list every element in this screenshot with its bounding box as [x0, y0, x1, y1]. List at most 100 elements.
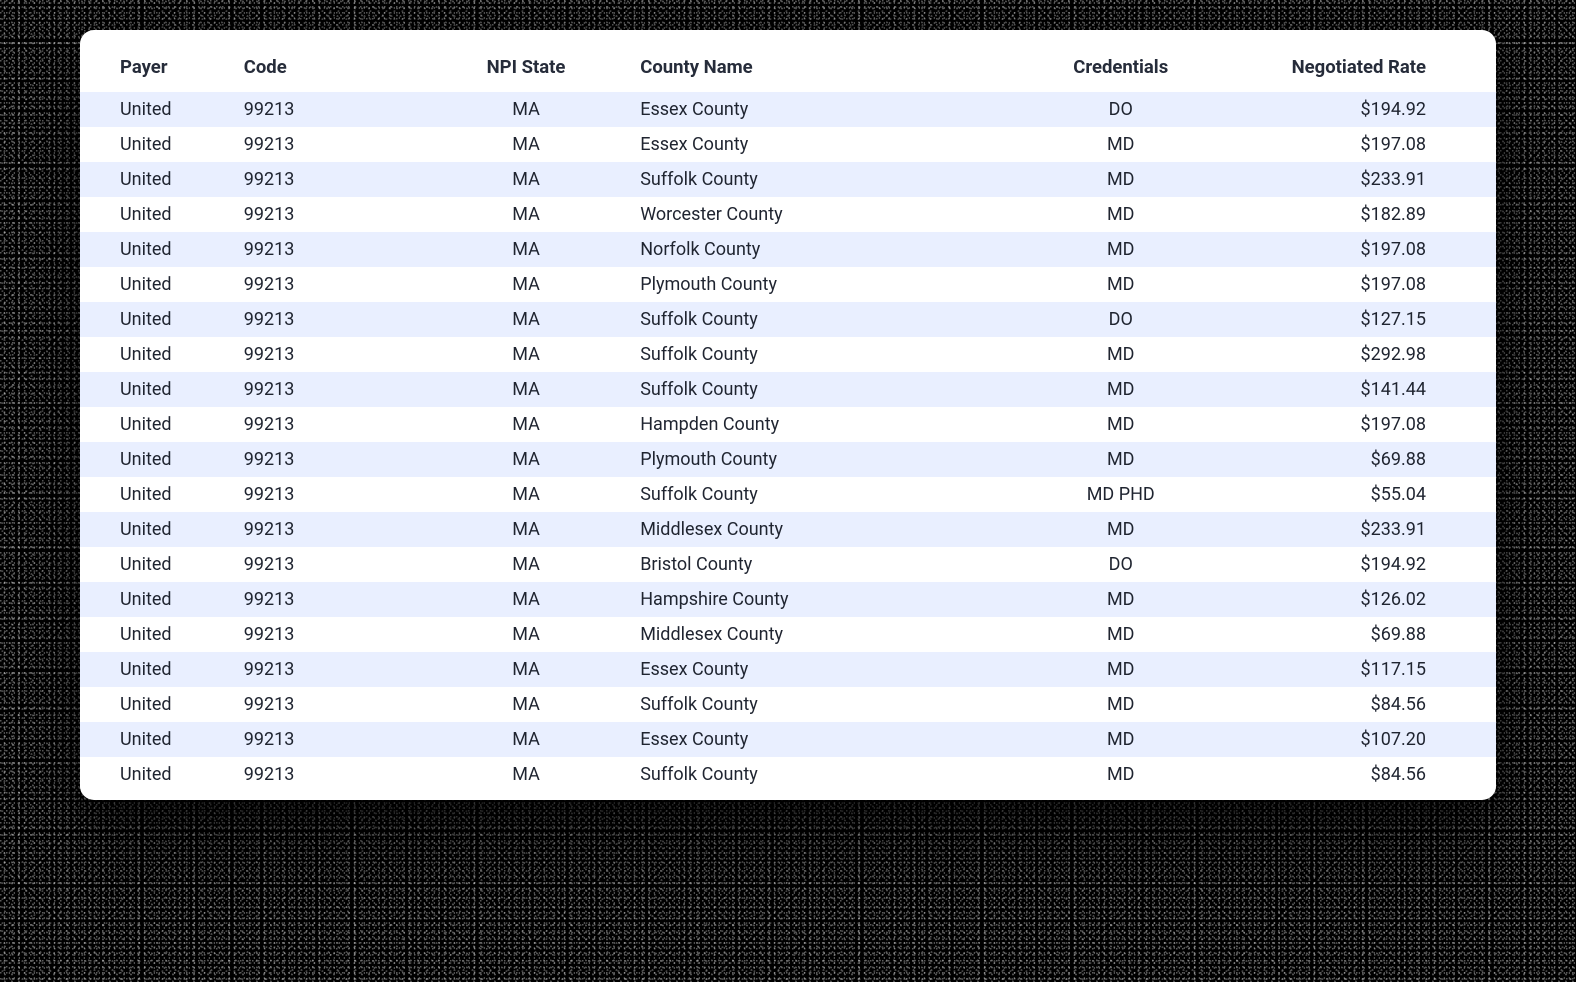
cell-negotiated-rate: $126.02 [1241, 582, 1496, 617]
cell-code: 99213 [236, 372, 420, 407]
table-row: United99213MAMiddlesex CountyMD$69.88 [80, 617, 1496, 652]
cell-credentials: MD [1000, 687, 1241, 722]
cell-credentials: MD [1000, 197, 1241, 232]
cell-npi-state: MA [420, 197, 632, 232]
table-row: United99213MASuffolk CountyMD PHD$55.04 [80, 477, 1496, 512]
cell-npi-state: MA [420, 617, 632, 652]
cell-payer: United [80, 302, 236, 337]
cell-payer: United [80, 197, 236, 232]
cell-code: 99213 [236, 652, 420, 687]
cell-county-name: Plymouth County [632, 442, 1000, 477]
col-header-code[interactable]: Code [236, 46, 420, 92]
cell-code: 99213 [236, 477, 420, 512]
cell-negotiated-rate: $69.88 [1241, 617, 1496, 652]
cell-npi-state: MA [420, 267, 632, 302]
cell-negotiated-rate: $197.08 [1241, 232, 1496, 267]
cell-payer: United [80, 617, 236, 652]
cell-payer: United [80, 512, 236, 547]
cell-code: 99213 [236, 162, 420, 197]
cell-npi-state: MA [420, 407, 632, 442]
cell-npi-state: MA [420, 442, 632, 477]
cell-code: 99213 [236, 757, 420, 792]
cell-negotiated-rate: $197.08 [1241, 127, 1496, 162]
cell-npi-state: MA [420, 127, 632, 162]
cell-negotiated-rate: $292.98 [1241, 337, 1496, 372]
cell-county-name: Bristol County [632, 547, 1000, 582]
cell-code: 99213 [236, 337, 420, 372]
cell-npi-state: MA [420, 302, 632, 337]
cell-county-name: Worcester County [632, 197, 1000, 232]
cell-negotiated-rate: $197.08 [1241, 407, 1496, 442]
col-header-credentials[interactable]: Credentials [1000, 46, 1241, 92]
cell-payer: United [80, 127, 236, 162]
cell-county-name: Middlesex County [632, 512, 1000, 547]
cell-npi-state: MA [420, 232, 632, 267]
cell-county-name: Hampden County [632, 407, 1000, 442]
rates-card: Payer Code NPI State County Name Credent… [80, 30, 1496, 800]
cell-credentials: DO [1000, 302, 1241, 337]
cell-credentials: MD [1000, 442, 1241, 477]
cell-negotiated-rate: $55.04 [1241, 477, 1496, 512]
cell-county-name: Middlesex County [632, 617, 1000, 652]
cell-code: 99213 [236, 512, 420, 547]
cell-code: 99213 [236, 582, 420, 617]
cell-npi-state: MA [420, 757, 632, 792]
cell-payer: United [80, 442, 236, 477]
cell-negotiated-rate: $84.56 [1241, 757, 1496, 792]
cell-code: 99213 [236, 127, 420, 162]
table-row: United99213MAWorcester CountyMD$182.89 [80, 197, 1496, 232]
cell-payer: United [80, 162, 236, 197]
cell-payer: United [80, 267, 236, 302]
cell-credentials: MD [1000, 162, 1241, 197]
table-row: United99213MAMiddlesex CountyMD$233.91 [80, 512, 1496, 547]
col-header-payer[interactable]: Payer [80, 46, 236, 92]
cell-negotiated-rate: $117.15 [1241, 652, 1496, 687]
cell-code: 99213 [236, 687, 420, 722]
cell-credentials: MD [1000, 232, 1241, 267]
cell-npi-state: MA [420, 477, 632, 512]
cell-county-name: Suffolk County [632, 687, 1000, 722]
col-header-negotiated-rate[interactable]: Negotiated Rate [1241, 46, 1496, 92]
cell-npi-state: MA [420, 337, 632, 372]
table-row: United99213MAEssex CountyMD$117.15 [80, 652, 1496, 687]
cell-npi-state: MA [420, 652, 632, 687]
cell-payer: United [80, 652, 236, 687]
table-row: United99213MASuffolk CountyMD$84.56 [80, 757, 1496, 792]
cell-payer: United [80, 407, 236, 442]
cell-payer: United [80, 582, 236, 617]
cell-negotiated-rate: $69.88 [1241, 442, 1496, 477]
cell-negotiated-rate: $107.20 [1241, 722, 1496, 757]
table-row: United99213MASuffolk CountyMD$292.98 [80, 337, 1496, 372]
table-row: United99213MAEssex CountyDO$194.92 [80, 92, 1496, 127]
cell-county-name: Essex County [632, 127, 1000, 162]
cell-negotiated-rate: $194.92 [1241, 547, 1496, 582]
cell-county-name: Essex County [632, 92, 1000, 127]
cell-negotiated-rate: $233.91 [1241, 162, 1496, 197]
cell-county-name: Suffolk County [632, 302, 1000, 337]
table-row: United99213MAHampshire CountyMD$126.02 [80, 582, 1496, 617]
col-header-npi-state[interactable]: NPI State [420, 46, 632, 92]
cell-credentials: DO [1000, 92, 1241, 127]
cell-county-name: Essex County [632, 722, 1000, 757]
cell-county-name: Suffolk County [632, 757, 1000, 792]
table-row: United99213MASuffolk CountyMD$233.91 [80, 162, 1496, 197]
cell-code: 99213 [236, 407, 420, 442]
col-header-county-name[interactable]: County Name [632, 46, 1000, 92]
cell-code: 99213 [236, 232, 420, 267]
cell-npi-state: MA [420, 687, 632, 722]
table-row: United99213MAHampden CountyMD$197.08 [80, 407, 1496, 442]
cell-payer: United [80, 547, 236, 582]
cell-payer: United [80, 722, 236, 757]
cell-credentials: MD [1000, 407, 1241, 442]
table-header-row: Payer Code NPI State County Name Credent… [80, 46, 1496, 92]
cell-credentials: MD [1000, 582, 1241, 617]
cell-county-name: Essex County [632, 652, 1000, 687]
cell-county-name: Hampshire County [632, 582, 1000, 617]
cell-npi-state: MA [420, 547, 632, 582]
cell-npi-state: MA [420, 92, 632, 127]
cell-npi-state: MA [420, 372, 632, 407]
table-row: United99213MASuffolk CountyDO$127.15 [80, 302, 1496, 337]
cell-credentials: MD [1000, 617, 1241, 652]
cell-npi-state: MA [420, 722, 632, 757]
cell-payer: United [80, 337, 236, 372]
